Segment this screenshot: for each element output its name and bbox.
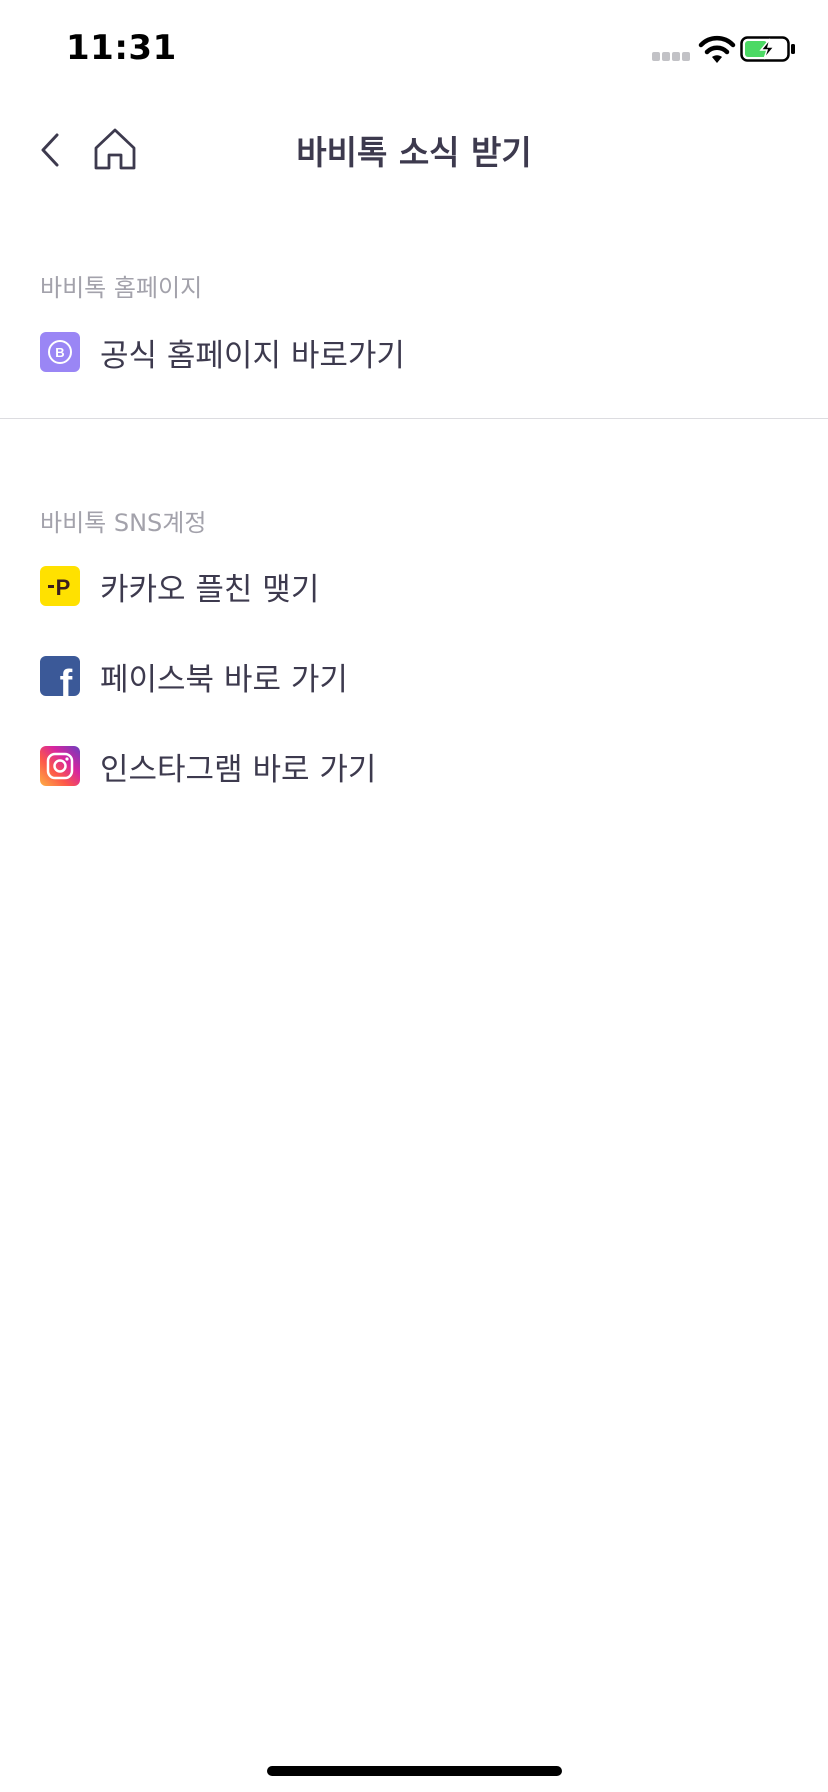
svg-text:P: P	[56, 575, 71, 600]
home-indicator[interactable]	[267, 1766, 562, 1776]
section-header-sns: 바비톡 SNS계정	[40, 509, 207, 537]
list-item-facebook[interactable]: f 페이스북 바로 가기	[0, 640, 828, 712]
status-bar: 11:31	[0, 0, 828, 100]
section-header-homepage: 바비톡 홈페이지	[40, 274, 203, 302]
wifi-icon	[698, 35, 736, 63]
list-item-label: 카카오 플친 맺기	[100, 571, 320, 608]
list-item-label: 공식 홈페이지 바로가기	[100, 337, 405, 374]
status-time: 11:31	[66, 28, 177, 68]
svg-text:f: f	[60, 663, 73, 696]
kakao-plus-friend-icon: P	[40, 566, 80, 606]
section-divider	[0, 418, 828, 419]
instagram-icon	[40, 746, 80, 786]
battery-charging-icon	[740, 36, 795, 62]
facebook-icon: f	[40, 656, 80, 696]
list-item-kakao[interactable]: P 카카오 플친 맺기	[0, 550, 828, 622]
list-item-label: 인스타그램 바로 가기	[100, 751, 377, 788]
page-title: 바비톡 소식 받기	[296, 133, 532, 172]
list-item-label: 페이스북 바로 가기	[100, 661, 348, 698]
list-item-official-homepage[interactable]: B 공식 홈페이지 바로가기	[0, 316, 828, 388]
svg-text:B: B	[55, 345, 64, 360]
cellular-signal-icon	[652, 52, 692, 62]
babitalk-logo-icon: B	[40, 332, 80, 372]
list-item-instagram[interactable]: 인스타그램 바로 가기	[0, 730, 828, 802]
